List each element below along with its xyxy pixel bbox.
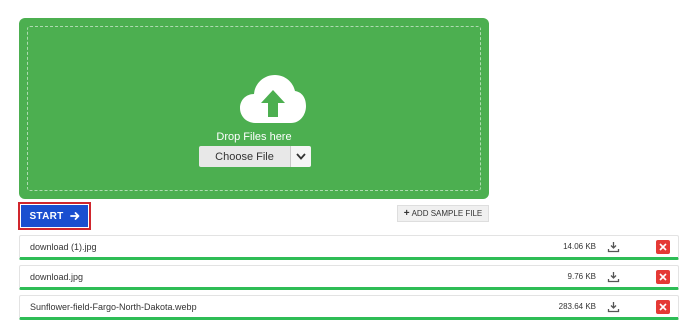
file-size: 14.06 KB <box>563 242 596 251</box>
drop-files-label: Drop Files here <box>216 131 292 143</box>
choose-file-button[interactable]: Choose File <box>199 146 290 167</box>
choose-file-button-group[interactable]: Choose File <box>199 146 311 167</box>
start-button[interactable]: START <box>21 205 88 227</box>
delete-file-button[interactable] <box>656 240 670 254</box>
file-name: download (1).jpg <box>30 242 97 252</box>
add-sample-file-label: ADD SAMPLE FILE <box>411 209 483 218</box>
choose-file-dropdown-toggle[interactable] <box>290 146 311 167</box>
file-row: Sunflower-field-Fargo-North-Dakota.webp … <box>19 295 679 320</box>
delete-file-button[interactable] <box>656 300 670 314</box>
file-size: 283.64 KB <box>558 302 596 311</box>
arrow-right-icon <box>69 212 79 220</box>
converter-page: Drop Files here Choose File START + ADD … <box>0 0 700 332</box>
file-row: download (1).jpg 14.06 KB <box>19 235 679 260</box>
add-sample-file-button[interactable]: + ADD SAMPLE FILE <box>397 205 489 222</box>
file-name: download.jpg <box>30 272 84 282</box>
close-icon <box>659 303 667 311</box>
download-icon[interactable] <box>607 301 620 313</box>
file-size: 9.76 KB <box>567 272 596 281</box>
close-icon <box>659 243 667 251</box>
download-icon[interactable] <box>607 241 620 253</box>
delete-file-button[interactable] <box>656 270 670 284</box>
chevron-down-icon <box>296 153 306 160</box>
download-icon[interactable] <box>607 271 620 283</box>
close-icon <box>659 273 667 281</box>
file-drop-zone[interactable]: Drop Files here Choose File <box>19 18 489 199</box>
cloud-upload-icon <box>240 75 306 123</box>
file-name: Sunflower-field-Fargo-North-Dakota.webp <box>30 302 197 312</box>
file-row: download.jpg 9.76 KB <box>19 265 679 290</box>
start-button-label: START <box>29 210 64 222</box>
plus-icon: + <box>403 207 410 219</box>
